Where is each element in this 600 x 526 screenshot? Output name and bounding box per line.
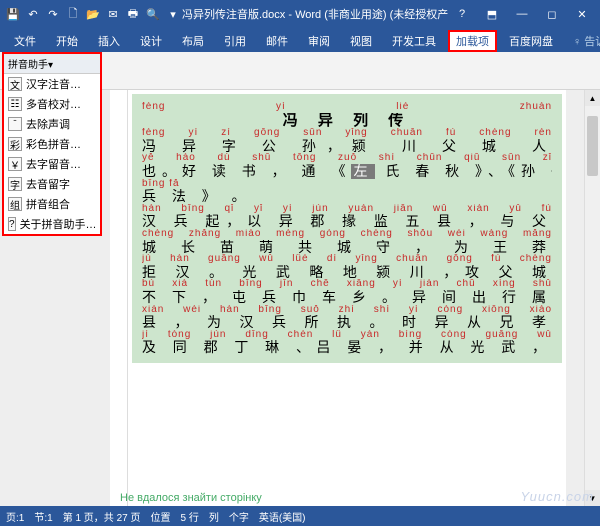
- menu-item-label: 关于拼音助手…: [20, 216, 97, 232]
- tab-layout[interactable]: 布局: [174, 30, 212, 52]
- menu-item-icon: 彩: [8, 137, 22, 151]
- pinyin-line[interactable]: féng yì liè zhuàn: [142, 102, 552, 113]
- status-line[interactable]: 5 行: [181, 509, 199, 524]
- pinyin-line[interactable]: bù xià tún bīng jīn chē xiāng yì jiàn ch…: [142, 279, 552, 290]
- status-page[interactable]: 页:1: [6, 509, 24, 524]
- menu-item-icon: ￥: [8, 157, 22, 171]
- pinyin-menu-item-5[interactable]: 字去音留字: [4, 174, 100, 194]
- watermark: Yuucn.com: [520, 489, 594, 504]
- menu-item-label: 彩色拼音…: [26, 136, 81, 152]
- tab-file[interactable]: 文件: [6, 30, 44, 52]
- pinyin-menu-item-7[interactable]: ? 关于拼音助手…: [4, 214, 100, 234]
- tab-references[interactable]: 引用: [216, 30, 254, 52]
- ribbon-content: 拼音助手▾ 文汉字注音…☷多音校对…ˉ去除声调彩彩色拼音…￥去字留音…字去音留字…: [0, 52, 600, 90]
- pinyin-menu-item-6[interactable]: 组拼音组合: [4, 194, 100, 214]
- pinyin-line[interactable]: yě hào dú shū tōng zuǒ shì chūn qiū sūn …: [142, 153, 552, 164]
- redo-icon[interactable]: ↷: [44, 5, 62, 23]
- title-bar: 💾 ↶ ↷ 🗋 📂 ✉ 🖶 🔍 ▾ 冯异列传注音版.docx - Word (非…: [0, 0, 600, 28]
- quick-access-toolbar: 💾 ↶ ↷ 🗋 📂 ✉ 🖶 🔍 ▾: [4, 5, 182, 23]
- menu-item-label: 去字留音…: [26, 156, 81, 172]
- undo-icon[interactable]: ↶: [24, 5, 42, 23]
- status-words[interactable]: 个字: [229, 509, 249, 524]
- help-icon[interactable]: ?: [448, 4, 476, 24]
- ribbon-tabs: 文件 开始 插入 设计 布局 引用 邮件 审阅 视图 开发工具 加载项 百度网盘…: [0, 28, 600, 52]
- status-language[interactable]: 英语(美国): [259, 509, 306, 524]
- pinyin-menu-item-1[interactable]: ☷ 多音校对…: [4, 94, 100, 114]
- page-area[interactable]: féng yì liè zhuàn冯 异 列 传féng yì zì gōng …: [128, 90, 566, 506]
- mail-icon[interactable]: ✉: [104, 5, 122, 23]
- pinyin-menu-item-3[interactable]: 彩彩色拼音…: [4, 134, 100, 154]
- tab-addins[interactable]: 加载项: [448, 30, 497, 52]
- status-bar: 页:1 节:1 第 1 页，共 27 页 位置 5 行 列 个字 英语(美国): [0, 506, 600, 526]
- pinyin-helper-header[interactable]: 拼音助手▾: [4, 54, 100, 74]
- menu-item-icon: ☷: [8, 97, 22, 111]
- tab-view[interactable]: 视图: [342, 30, 380, 52]
- pinyin-line[interactable]: chéng zhǎng miáo méng gòng chéng shǒu wè…: [142, 229, 552, 240]
- open-icon[interactable]: 📂: [84, 5, 102, 23]
- document-title: 冯异列传注音版.docx - Word (非商业用途) (未经授权产品): [182, 6, 448, 22]
- hanzi-line[interactable]: 城 长 苗 萌 共 城 守 ， 为 王 莽: [142, 240, 552, 255]
- menu-item-label: 汉字注音…: [26, 76, 81, 92]
- hanzi-line[interactable]: 县 ， 为 汉 兵 所 执 。 时 异 从 兄 孝: [142, 315, 552, 330]
- window-controls: ? ⬒ — ◻ ✕: [448, 4, 596, 24]
- tab-design[interactable]: 设计: [132, 30, 170, 52]
- fallback-text: Не вдалося знайти сторінку: [120, 492, 262, 504]
- status-section[interactable]: 节:1: [34, 509, 52, 524]
- pinyin-line[interactable]: xiàn wèi hàn bīng suǒ zhí shí yì cóng xi…: [142, 305, 552, 316]
- pinyin-helper-menu: 拼音助手▾ 文汉字注音…☷多音校对…ˉ去除声调彩彩色拼音…￥去字留音…字去音留字…: [2, 52, 102, 236]
- tab-home[interactable]: 开始: [48, 30, 86, 52]
- tell-me-search[interactable]: ♀ 告诉我您…: [565, 30, 600, 52]
- menu-item-label: 去除声调: [26, 116, 70, 132]
- scroll-thumb[interactable]: [587, 116, 598, 176]
- tab-review[interactable]: 审阅: [300, 30, 338, 52]
- pinyin-menu-item-0[interactable]: 文汉字注音…: [4, 74, 100, 94]
- pinyin-line[interactable]: féng yì zì gōng sūn yǐng chuān fù chéng …: [142, 128, 552, 139]
- preview-icon[interactable]: 🔍: [144, 5, 162, 23]
- status-position[interactable]: 位置: [151, 509, 171, 524]
- close-icon[interactable]: ✕: [568, 4, 596, 24]
- scroll-track[interactable]: [585, 106, 600, 490]
- status-pages[interactable]: 第 1 页，共 27 页: [63, 509, 141, 524]
- print-icon[interactable]: 🖶: [124, 5, 142, 23]
- tab-mailings[interactable]: 邮件: [258, 30, 296, 52]
- hanzi-line[interactable]: 兵 法 》 。: [142, 189, 552, 204]
- vertical-scrollbar[interactable]: ▲ ▼: [584, 90, 600, 506]
- hanzi-line[interactable]: 冯 异 字 公 孙，颍 川 父 城 人: [142, 139, 552, 154]
- hanzi-line[interactable]: 拒 汉 。 光 武 略 地 颍 川 ，攻 父 城: [142, 265, 552, 280]
- tab-baidu[interactable]: 百度网盘: [501, 30, 561, 52]
- hanzi-line[interactable]: 汉 兵 起，以 异 郡 掾 监 五 县 ， 与 父: [142, 214, 552, 229]
- scroll-up-icon[interactable]: ▲: [585, 90, 600, 106]
- hanzi-line[interactable]: 也。好 读 书 ， 通 《左 氏 春 秋 》、《孙 子: [142, 164, 552, 179]
- menu-item-label: 去音留字: [26, 176, 70, 192]
- save-icon[interactable]: 💾: [4, 5, 22, 23]
- vertical-ruler[interactable]: [110, 90, 128, 506]
- tab-insert[interactable]: 插入: [90, 30, 128, 52]
- menu-item-label: 多音校对…: [26, 96, 81, 112]
- menu-item-icon: ˉ: [8, 117, 22, 131]
- pinyin-line[interactable]: jí tóng jùn dīng chén lǚ yàn bìng cóng g…: [142, 330, 552, 341]
- status-column[interactable]: 列: [209, 509, 219, 524]
- ribbon-opts-icon[interactable]: ⬒: [478, 4, 506, 24]
- qat-more-icon[interactable]: ▾: [164, 5, 182, 23]
- menu-item-icon: ?: [8, 217, 16, 231]
- hanzi-line[interactable]: 冯 异 列 传: [142, 113, 552, 129]
- tab-developer[interactable]: 开发工具: [384, 30, 444, 52]
- menu-item-icon: 文: [8, 77, 22, 91]
- hanzi-line[interactable]: 不 下 ， 屯 兵 巾 车 乡 。 异 间 出 行 属: [142, 290, 552, 305]
- pinyin-line[interactable]: jù hàn guāng wǔ lüè dì yǐng chuān gōng f…: [142, 254, 552, 265]
- new-icon[interactable]: 🗋: [64, 5, 82, 23]
- menu-item-icon: 字: [8, 177, 22, 191]
- menu-item-label: 拼音组合: [26, 196, 70, 212]
- pinyin-line[interactable]: bīng fǎ: [142, 179, 552, 190]
- menu-item-icon: 组: [8, 197, 22, 211]
- pinyin-menu-item-4[interactable]: ￥ 去字留音…: [4, 154, 100, 174]
- pinyin-menu-item-2[interactable]: ˉ 去除声调: [4, 114, 100, 134]
- document-page[interactable]: féng yì liè zhuàn冯 异 列 传féng yì zì gōng …: [132, 94, 562, 363]
- maximize-icon[interactable]: ◻: [538, 4, 566, 24]
- pinyin-line[interactable]: hàn bīng qǐ yǐ yì jùn yuàn jiān wǔ xiàn …: [142, 204, 552, 215]
- hanzi-line[interactable]: 及 同 郡 丁 琳 、吕 晏 ， 并 从 光 武 ，: [142, 340, 552, 355]
- minimize-icon[interactable]: —: [508, 4, 536, 24]
